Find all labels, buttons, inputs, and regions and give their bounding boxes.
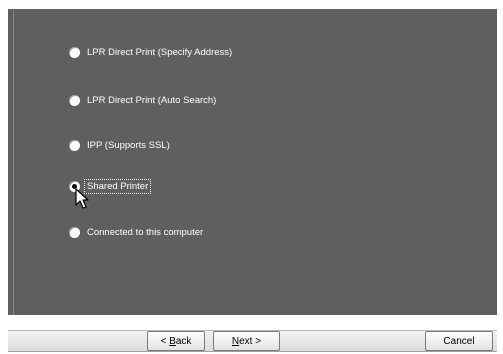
option-label-lpr-specify-address: LPR Direct Print (Specify Address) [87,46,233,58]
option-ipp[interactable]: IPP (Supports SSL) [69,137,172,153]
option-lpr-specify-address[interactable]: LPR Direct Print (Specify Address) [69,44,234,60]
next-button-rest: ext > [239,335,262,347]
cancel-button-label: Cancel [443,335,475,347]
next-button[interactable]: Next > [213,331,280,351]
back-button-prefix: < [160,335,170,347]
option-label-lpr-auto-search: LPR Direct Print (Auto Search) [87,94,217,106]
mouse-pointer-icon [75,188,89,209]
radio-ipp[interactable] [69,139,80,151]
next-button-accel: N [231,335,240,347]
back-button[interactable]: < Back [147,331,205,351]
option-connected-to-computer[interactable]: Connected to this computer [69,224,205,240]
radio-lpr-auto-search[interactable] [69,94,80,106]
panel-divider [13,9,14,315]
option-label-shared-printer: Shared Printer [83,178,152,194]
option-lpr-auto-search[interactable]: LPR Direct Print (Auto Search) [69,92,218,108]
wizard-window: LPR Direct Print (Specify Address) LPR D… [0,0,503,354]
option-label-ipp: IPP (Supports SSL) [87,139,170,151]
option-label-connected-to-computer: Connected to this computer [87,226,204,238]
cancel-button[interactable]: Cancel [425,331,493,351]
radio-connected-to-computer[interactable] [69,226,80,238]
back-button-rest: ack [175,335,192,347]
radio-lpr-specify-address[interactable] [69,46,80,58]
back-button-accel: B [169,335,176,347]
